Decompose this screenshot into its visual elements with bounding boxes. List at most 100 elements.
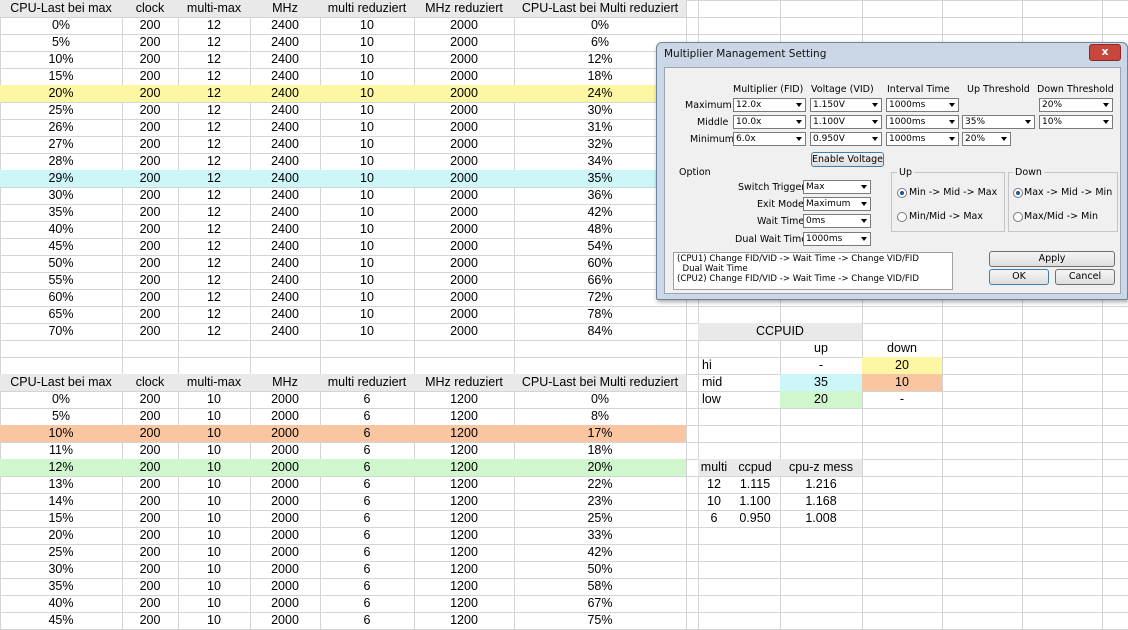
table1-cell[interactable]: 200 <box>122 187 178 204</box>
table2-header-cell[interactable]: clock <box>122 374 178 391</box>
table2-cell[interactable]: 200 <box>122 408 178 425</box>
table1-header-cell[interactable]: MHz <box>250 0 320 17</box>
table1-header-cell[interactable]: clock <box>122 0 178 17</box>
table1-cell[interactable]: 12 <box>178 68 250 85</box>
table2-header-cell[interactable]: MHz <box>250 374 320 391</box>
table1-cell[interactable]: 0% <box>514 17 686 34</box>
table2-cell[interactable]: 10 <box>178 459 250 476</box>
table2-cell[interactable]: 10 <box>178 408 250 425</box>
table2-cell[interactable]: 10 <box>178 561 250 578</box>
voltage-cell[interactable]: 1.100 <box>730 493 780 510</box>
table1-cell[interactable]: 12 <box>178 153 250 170</box>
table2-cell[interactable]: 17% <box>514 425 686 442</box>
max-interval-select[interactable]: 1000ms <box>886 98 959 112</box>
table1-cell[interactable]: 2000 <box>414 289 514 306</box>
table2-cell[interactable]: 8% <box>514 408 686 425</box>
table2-cell[interactable]: 5% <box>0 408 122 425</box>
table1-header-cell[interactable]: multi reduziert <box>320 0 414 17</box>
table2-cell[interactable]: 2000 <box>250 544 320 561</box>
table2-cell[interactable]: 2000 <box>250 578 320 595</box>
table1-cell[interactable]: 200 <box>122 272 178 289</box>
table1-cell[interactable]: 10 <box>320 306 414 323</box>
table1-cell[interactable]: 2400 <box>250 306 320 323</box>
table2-cell[interactable]: 25% <box>514 510 686 527</box>
table2-cell[interactable]: 10 <box>178 544 250 561</box>
table1-cell[interactable]: 12 <box>178 17 250 34</box>
table1-cell[interactable]: 10 <box>320 289 414 306</box>
table2-cell[interactable]: 6 <box>320 476 414 493</box>
mid-interval-select[interactable]: 1000ms <box>886 115 959 129</box>
table1-cell[interactable]: 2000 <box>414 170 514 187</box>
table1-header-cell[interactable]: MHz reduziert <box>414 0 514 17</box>
table1-cell[interactable]: 200 <box>122 85 178 102</box>
table1-cell[interactable]: 200 <box>122 221 178 238</box>
dual-wait-time-select[interactable]: 1000ms <box>803 232 871 246</box>
table2-cell[interactable]: 6 <box>320 544 414 561</box>
table2-cell[interactable]: 10 <box>178 612 250 629</box>
table1-cell[interactable]: 10 <box>320 34 414 51</box>
min-interval-select[interactable]: 1000ms <box>886 132 959 146</box>
table2-cell[interactable]: 6 <box>320 391 414 408</box>
table2-cell[interactable]: 2000 <box>250 527 320 544</box>
table1-cell[interactable]: 10 <box>320 153 414 170</box>
table1-cell[interactable]: 200 <box>122 51 178 68</box>
table2-cell[interactable]: 200 <box>122 442 178 459</box>
multiplier-dialog[interactable]: Multiplier Management Setting x Multipli… <box>656 42 1128 300</box>
table2-cell[interactable]: 6 <box>320 425 414 442</box>
table2-cell[interactable]: 6 <box>320 510 414 527</box>
table2-cell[interactable]: 10 <box>178 391 250 408</box>
table1-cell[interactable]: 200 <box>122 68 178 85</box>
table1-cell[interactable]: 40% <box>0 221 122 238</box>
table1-cell[interactable]: 2000 <box>414 153 514 170</box>
table2-cell[interactable]: 75% <box>514 612 686 629</box>
table1-cell[interactable]: 10% <box>0 51 122 68</box>
ccpuid-up-cell[interactable]: - <box>780 357 862 374</box>
table1-cell[interactable]: 2400 <box>250 204 320 221</box>
table1-cell[interactable]: 84% <box>514 323 686 340</box>
table1-cell[interactable]: 12 <box>178 34 250 51</box>
table1-cell[interactable]: 2000 <box>414 255 514 272</box>
table2-cell[interactable]: 200 <box>122 459 178 476</box>
voltage-header-cell[interactable]: cpu-z mess <box>780 459 862 476</box>
table1-cell[interactable]: 78% <box>514 306 686 323</box>
mid-vid-select[interactable]: 1.100V <box>810 115 882 129</box>
table1-cell[interactable]: 2000 <box>414 68 514 85</box>
table2-cell[interactable]: 14% <box>0 493 122 510</box>
table1-cell[interactable]: 12 <box>178 204 250 221</box>
table1-cell[interactable]: 200 <box>122 306 178 323</box>
switch-trigger-select[interactable]: Max <box>803 180 871 194</box>
table1-cell[interactable]: 27% <box>0 136 122 153</box>
table1-cell[interactable]: 2400 <box>250 68 320 85</box>
ccpuid-up-cell[interactable]: 20 <box>780 391 862 408</box>
table1-cell[interactable]: 2000 <box>414 187 514 204</box>
ccpuid-title[interactable]: CCPUID <box>698 323 862 340</box>
ccpuid-row-label[interactable]: hi <box>698 357 784 374</box>
table2-cell[interactable]: 2000 <box>250 595 320 612</box>
table1-cell[interactable]: 200 <box>122 289 178 306</box>
table2-cell[interactable]: 200 <box>122 544 178 561</box>
voltage-cell[interactable]: 1.168 <box>780 493 862 510</box>
ccpuid-down-cell[interactable]: 20 <box>862 357 942 374</box>
table2-header-cell[interactable]: CPU-Last bei Multi reduziert <box>514 374 686 391</box>
table2-cell[interactable]: 45% <box>0 612 122 629</box>
table2-cell[interactable]: 10 <box>178 493 250 510</box>
voltage-cell[interactable]: 12 <box>698 476 730 493</box>
table1-cell[interactable]: 2000 <box>414 51 514 68</box>
min-vid-select[interactable]: 0.950V <box>810 132 882 146</box>
up-radio-minmid-max[interactable] <box>897 212 907 222</box>
table1-cell[interactable]: 50% <box>0 255 122 272</box>
table2-cell[interactable]: 6 <box>320 561 414 578</box>
table2-cell[interactable]: 2000 <box>250 459 320 476</box>
table2-cell[interactable]: 2000 <box>250 612 320 629</box>
table1-cell[interactable]: 15% <box>0 68 122 85</box>
ccpuid-col-down[interactable]: down <box>862 340 942 357</box>
table2-cell[interactable]: 10 <box>178 510 250 527</box>
table2-cell[interactable]: 1200 <box>414 408 514 425</box>
table2-cell[interactable]: 6 <box>320 527 414 544</box>
table2-cell[interactable]: 6 <box>320 408 414 425</box>
exit-mode-select[interactable]: Maximum <box>803 197 871 211</box>
table1-cell[interactable]: 2400 <box>250 102 320 119</box>
table2-cell[interactable]: 1200 <box>414 391 514 408</box>
table1-cell[interactable]: 2000 <box>414 17 514 34</box>
table1-cell[interactable]: 2400 <box>250 187 320 204</box>
